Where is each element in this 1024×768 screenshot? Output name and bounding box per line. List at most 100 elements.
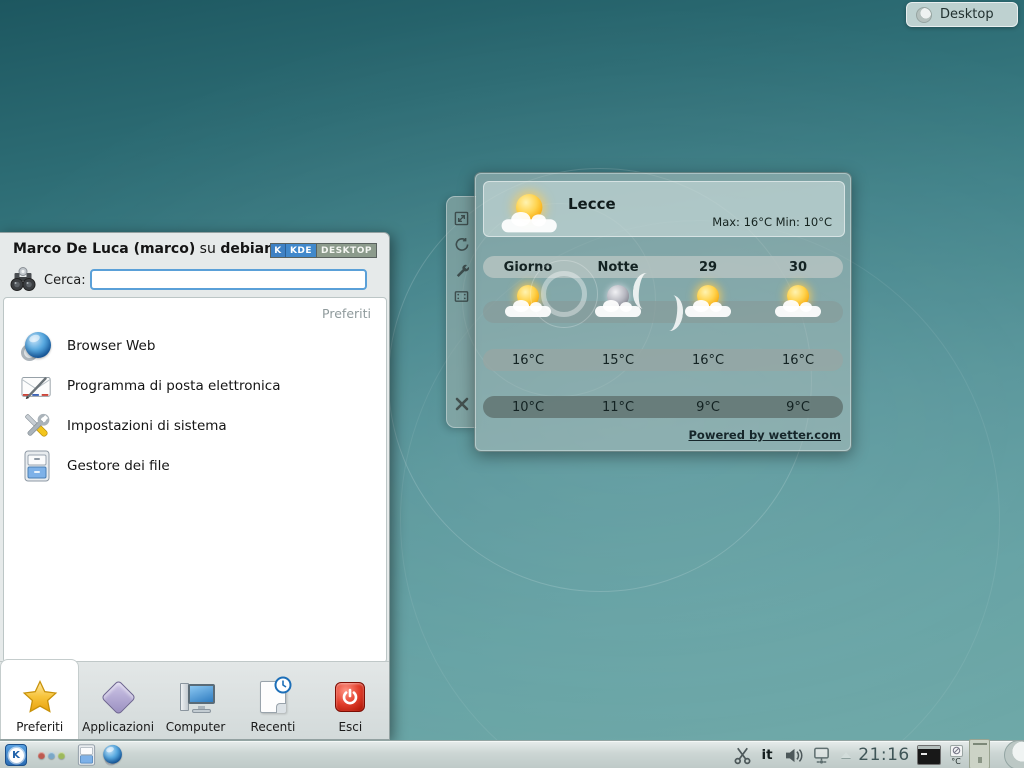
mini-plasmoid[interactable] [968,741,990,768]
keyboard-layout-indicator[interactable]: it [757,741,777,768]
kde-desktop-badge: K KDE DESKTOP [270,243,377,258]
network-monitor-icon [812,746,831,765]
night-temp: 10°C [483,396,573,418]
file-manager-launcher[interactable] [74,741,98,768]
search-label: Cerca: [44,273,86,288]
blue-dot-icon[interactable] [48,752,55,759]
digital-clock[interactable]: 21:16 [856,741,912,768]
web-browser-globe-icon [105,744,122,766]
badge-kde-label: KDE [286,244,316,257]
mail-icon [20,369,54,403]
power-icon [335,676,365,718]
web-browser-globe-icon [20,329,54,363]
column-label: Notte [573,256,663,278]
menu-item-label: Browser Web [67,338,155,354]
scissors-icon [733,746,752,765]
menu-item-file-manager[interactable]: Gestore dei file [4,446,386,486]
applications-diamond-icon [106,676,131,718]
network-tray-icon[interactable] [810,741,832,768]
thermometer-slash-icon [950,745,963,757]
tab-recenti[interactable]: Recenti [234,662,311,739]
tab-computer[interactable]: Computer [157,662,234,739]
day-temp: 15°C [573,349,663,371]
sun-cloud-icon [498,194,560,235]
red-dot-icon[interactable] [38,752,45,759]
menu-item-system-settings[interactable]: Impostazioni di sistema [4,406,386,446]
moon-cloud-icon [592,285,644,319]
rotate-icon[interactable] [453,235,471,253]
powered-by-link[interactable]: Powered by wetter.com [688,428,841,442]
desktop-toolbox[interactable]: Desktop [906,2,1018,27]
weather-column-headers: Giorno Notte 29 30 [483,256,843,278]
menu-item-label: Programma di posta elettronica [67,378,280,394]
volume-tray-icon[interactable] [782,741,806,768]
tab-label: Preferiti [16,720,63,734]
binoculars-search-icon [9,265,37,293]
resize-icon[interactable] [453,209,471,227]
weather-minmax: Max: 16°C Min: 10°C [712,215,832,229]
terminal-task-icon[interactable] [916,741,942,768]
mini-plasmoid-icon [969,739,990,768]
kde-logo-icon: K [271,244,286,257]
weather-day-temps: 16°C 15°C 16°C 16°C [483,349,843,371]
day-temp: 16°C [483,349,573,371]
file-cabinet-icon [20,449,54,483]
weather-night-temps: 10°C 11°C 9°C 9°C [483,396,843,418]
section-header: Preferiti [322,306,371,321]
sun-cloud-icon [772,285,824,319]
expander-arrow-icon [841,752,851,758]
host-name: debian [220,241,274,257]
recent-documents-clock-icon [260,676,286,718]
tab-applicazioni[interactable]: Applicazioni [79,662,156,739]
day-temp: 16°C [663,349,753,371]
terminal-icon [917,745,941,765]
column-label: 29 [663,256,753,278]
configure-wrench-icon[interactable] [453,261,471,279]
favorites-list: Preferiti Browser Web Programma di post [3,297,387,663]
green-dot-icon[interactable] [58,752,65,759]
weather-tray-icon[interactable]: °C [946,741,966,768]
widget-handle[interactable] [446,196,476,428]
weather-tray-label: °C [951,757,961,766]
menu-item-label: Gestore dei file [67,458,170,474]
night-temp: 9°C [753,396,843,418]
tab-esci[interactable]: Esci [312,662,389,739]
kickoff-tab-bar: Preferiti Applicazioni Computer [0,661,389,739]
close-icon[interactable] [453,395,471,413]
tab-label: Applicazioni [82,720,154,734]
keyboard-layout-label: it [761,747,772,763]
user-host-title: Marco De Luca (marco) su debian [13,241,274,257]
column-label: 30 [753,256,843,278]
computer-icon [177,676,215,718]
kickoff-menu: Marco De Luca (marco) su debian K KDE DE… [0,232,390,740]
file-cabinet-icon [77,744,96,766]
desktop-pager[interactable] [34,741,68,768]
kde-menu-icon: K [5,744,27,766]
tab-label: Recenti [251,720,296,734]
taskbar-panel: K it [0,740,1024,768]
maximize-icon[interactable] [453,287,471,305]
kde-menu-launcher[interactable]: K [4,741,28,768]
weather-widget[interactable]: Lecce Max: 16°C Min: 10°C Giorno Notte 2… [474,172,852,452]
cashew-icon [916,7,932,23]
toolbox-label: Desktop [940,7,994,22]
menu-item-browser-web[interactable]: Browser Web [4,326,386,366]
web-browser-launcher[interactable] [102,741,126,768]
user-name: Marco De Luca (marco) [13,241,195,257]
tab-label: Esci [338,720,362,734]
crossed-tools-icon [20,409,54,443]
star-icon [21,676,59,718]
klipper-tray-icon[interactable] [731,741,753,768]
speaker-icon [784,747,805,764]
weather-city: Lecce [568,195,616,213]
panel-toolbox[interactable] [1002,741,1024,768]
tray-expander[interactable] [838,741,854,768]
clock-label: 21:16 [858,745,910,765]
weather-condition-icons [483,279,843,319]
cashew-icon [1004,740,1024,768]
menu-item-email[interactable]: Programma di posta elettronica [4,366,386,406]
search-input[interactable] [90,269,367,290]
night-temp: 9°C [663,396,753,418]
menu-item-label: Impostazioni di sistema [67,418,227,434]
tab-preferiti[interactable]: Preferiti [0,659,79,739]
